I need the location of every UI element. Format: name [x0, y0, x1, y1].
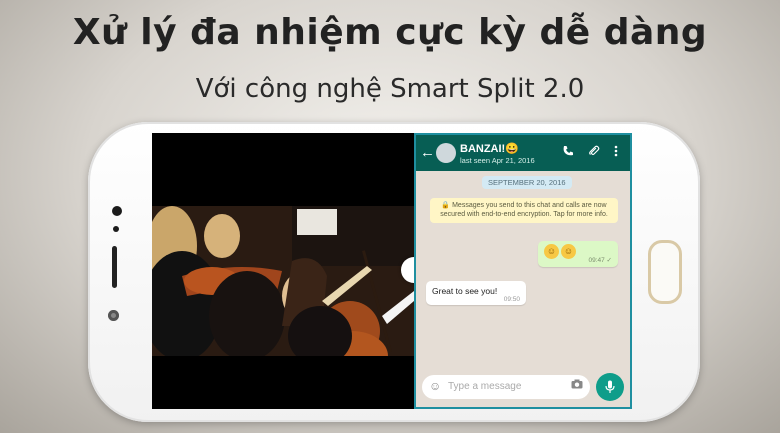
smiley-emoji: ☺: [561, 244, 576, 259]
outgoing-time: 09:47 ✓: [588, 256, 612, 264]
encryption-notice-text: Messages you send to this chat and calls…: [440, 202, 608, 219]
home-button[interactable]: [648, 240, 682, 304]
camera-icon[interactable]: [571, 379, 583, 392]
chat-header: ← BANZAI!😀 last seen Apr 21, 2016: [416, 135, 630, 171]
contact-name[interactable]: BANZAI!😀: [460, 142, 519, 155]
whatsapp-chat-pane: ← BANZAI!😀 last seen Apr 21, 2016 SEPTEM…: [414, 133, 632, 409]
encryption-notice[interactable]: 🔒 Messages you send to this chat and cal…: [430, 198, 618, 223]
proximity-sensor: [113, 226, 119, 232]
incoming-message-text: Great to see you!: [432, 286, 498, 296]
paperclip-icon[interactable]: [588, 145, 600, 160]
lock-icon: 🔒: [441, 202, 451, 209]
message-input[interactable]: ☺ Type a message: [422, 375, 590, 399]
subheadline: Với công nghệ Smart Split 2.0: [195, 74, 585, 104]
read-check-icon: ✓: [606, 257, 612, 264]
incoming-time: 09:50: [503, 296, 520, 303]
incoming-message[interactable]: Great to see you! 09:50: [426, 281, 526, 305]
message-placeholder: Type a message: [448, 381, 522, 392]
avatar[interactable]: [436, 143, 456, 163]
date-badge: SEPTEMBER 20, 2016: [482, 176, 572, 189]
phone-call-icon[interactable]: [562, 145, 574, 160]
contact-name-text: BANZAI!: [460, 143, 506, 155]
outgoing-message[interactable]: ☺ ☺ 😊😊 09:47 ✓: [538, 241, 618, 267]
front-camera: [108, 310, 119, 321]
kebab-menu-icon[interactable]: [614, 145, 618, 160]
front-sensor: [112, 206, 122, 216]
phone-screen: ← BANZAI!😀 last seen Apr 21, 2016 SEPTEM…: [152, 133, 632, 409]
headline: Xử lý đa nhiệm cực kỳ dễ dàng: [72, 12, 708, 53]
smiley-emoji: ☺: [544, 244, 559, 259]
video-player[interactable]: [152, 206, 414, 356]
last-seen-status: last seen Apr 21, 2016: [460, 156, 535, 165]
microphone-icon[interactable]: [596, 373, 624, 401]
emoji-icon[interactable]: ☺: [429, 379, 441, 393]
outgoing-time-text: 09:47: [588, 257, 605, 264]
back-arrow-icon[interactable]: ←: [420, 144, 435, 161]
violinists-video-frame: [152, 206, 414, 356]
contact-emoji: 😀: [505, 143, 519, 155]
earpiece-speaker: [112, 246, 117, 288]
